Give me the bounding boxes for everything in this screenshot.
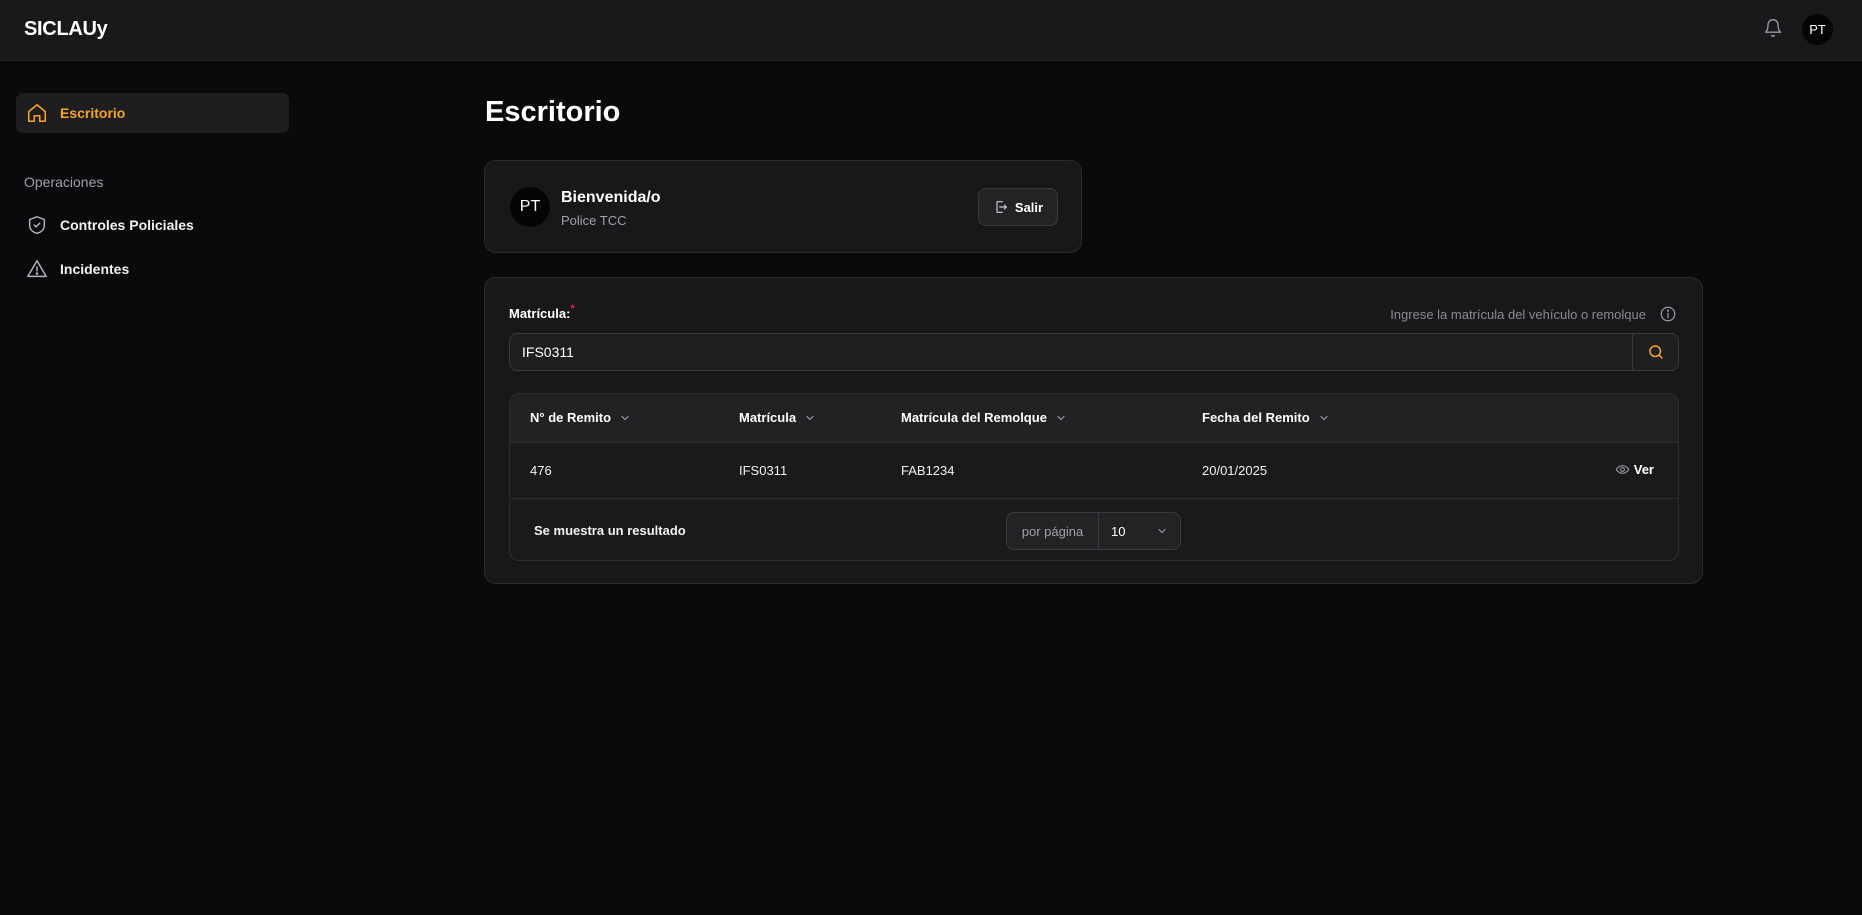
- per-page-value: 10: [1111, 523, 1126, 539]
- per-page-control: por página 10: [1006, 512, 1181, 550]
- required-mark: *: [570, 303, 575, 315]
- table-header: N° de Remito Matrícula Matrícula del Rem…: [510, 394, 1678, 443]
- sidebar-section-operaciones: Operaciones: [24, 174, 104, 190]
- logout-icon: [996, 201, 1007, 213]
- cell-remito: 476: [530, 463, 552, 478]
- sidebar-item-controles-policiales[interactable]: Controles Policiales: [26, 213, 194, 237]
- info-icon[interactable]: [1659, 305, 1677, 323]
- column-header-label: Fecha del Remito: [1202, 410, 1310, 425]
- chevron-down-icon: [806, 415, 814, 420]
- chevron-down-icon: [621, 415, 629, 420]
- cell-matricula: IFS0311: [739, 463, 788, 478]
- column-header-matricula[interactable]: Matrícula: [739, 410, 816, 425]
- table-row[interactable]: 476 IFS0311 FAB1234 20/01/2025 Ver: [510, 443, 1678, 499]
- column-header-label: Matrícula: [739, 410, 797, 425]
- per-page-label: por página: [1007, 513, 1099, 549]
- welcome-card: PT Bienvenida/o Police TCC Salir: [484, 160, 1082, 253]
- column-header-label: N° de Remito: [530, 410, 612, 425]
- search-icon: [1648, 345, 1663, 359]
- per-page-select[interactable]: 10: [1099, 524, 1180, 539]
- chevron-down-icon: [1158, 528, 1166, 534]
- welcome-subtitle: Police TCC: [561, 213, 627, 228]
- search-card: Matrícula:* Ingrese la matrícula del veh…: [484, 277, 1703, 584]
- chevron-down-icon: [1320, 415, 1328, 420]
- column-header-label: Matrícula del Remolque: [901, 410, 1047, 425]
- column-header-remito[interactable]: N° de Remito: [530, 410, 631, 425]
- matricula-label-text: Matrícula:: [509, 306, 571, 321]
- home-icon: [27, 103, 47, 123]
- matricula-search-box: [509, 333, 1679, 371]
- sidebar-item-escritorio[interactable]: Escritorio: [16, 93, 289, 133]
- sidebar-item-incidentes[interactable]: Incidentes: [26, 257, 129, 281]
- app-brand[interactable]: SICLAUy: [24, 18, 108, 41]
- column-header-remolque[interactable]: Matrícula del Remolque: [901, 410, 1067, 425]
- view-label: Ver: [1633, 462, 1654, 477]
- shield-check-icon: [28, 216, 46, 234]
- page-title: Escritorio: [485, 96, 621, 128]
- top-bar: SICLAUy PT: [0, 0, 1862, 61]
- user-avatar[interactable]: PT: [1802, 14, 1833, 45]
- sidebar-item-label: Escritorio: [60, 105, 126, 121]
- eye-icon: [1615, 465, 1630, 474]
- logout-button[interactable]: Salir: [978, 188, 1058, 226]
- table-footer: Se muestra un resultado por página 10: [510, 500, 1678, 560]
- logout-label: Salir: [1014, 199, 1044, 215]
- remitos-table: N° de Remito Matrícula Matrícula del Rem…: [509, 393, 1679, 561]
- welcome-avatar: PT: [510, 187, 550, 227]
- search-button[interactable]: [1632, 334, 1678, 370]
- matricula-input[interactable]: [510, 334, 1632, 370]
- sidebar-item-label: Controles Policiales: [60, 217, 194, 233]
- result-count: Se muestra un resultado: [534, 523, 686, 538]
- bell-icon[interactable]: [1763, 17, 1783, 39]
- column-header-fecha[interactable]: Fecha del Remito: [1202, 410, 1330, 425]
- view-button[interactable]: Ver: [1615, 462, 1654, 477]
- welcome-title: Bienvenida/o: [561, 189, 661, 206]
- matricula-hint: Ingrese la matrícula del vehículo o remo…: [1390, 307, 1646, 322]
- matricula-label: Matrícula:*: [509, 303, 575, 321]
- cell-remolque: FAB1234: [901, 463, 955, 478]
- warning-triangle-icon: [27, 260, 47, 278]
- cell-fecha: 20/01/2025: [1202, 463, 1268, 478]
- chevron-down-icon: [1057, 415, 1065, 420]
- sidebar-item-label: Incidentes: [60, 261, 130, 277]
